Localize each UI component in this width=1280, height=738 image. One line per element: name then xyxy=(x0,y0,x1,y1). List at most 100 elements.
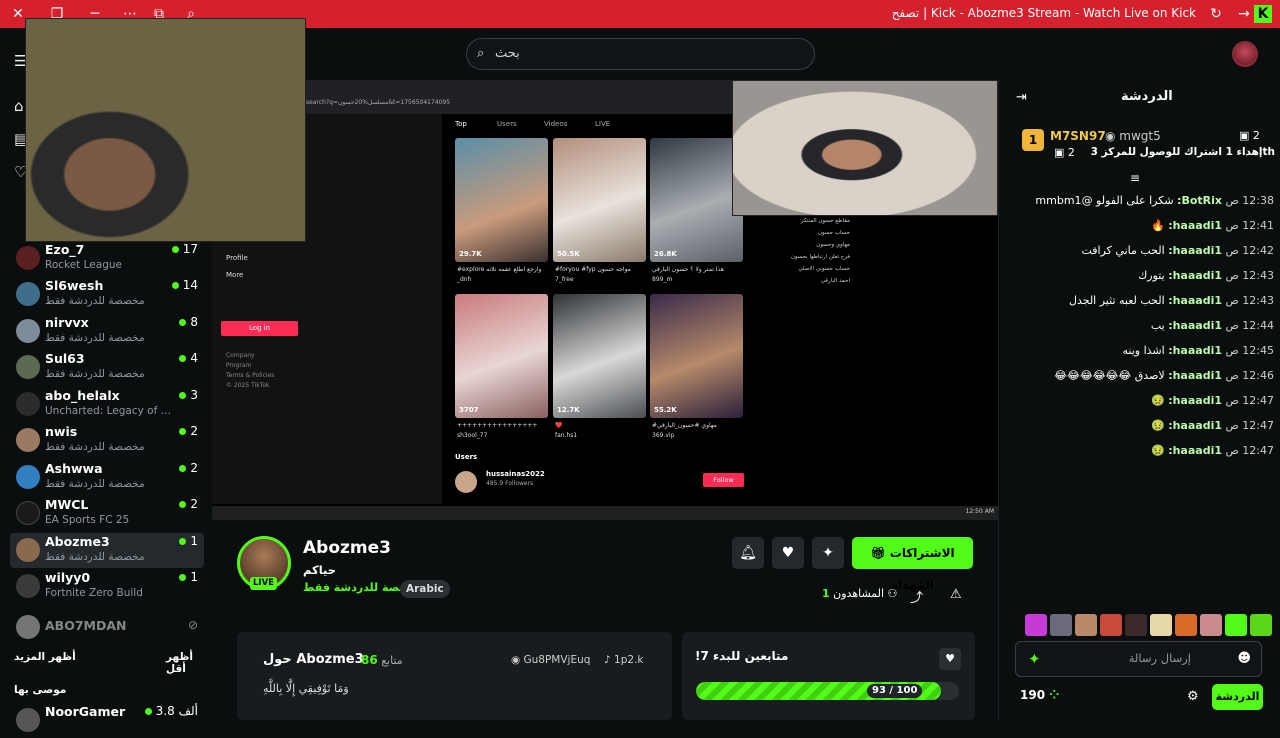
chat-message: 12:43 ص haaadi1: يتورك xyxy=(1138,269,1274,282)
streamer-name[interactable]: Abozme3 xyxy=(303,538,391,558)
collapse-chat-icon[interactable]: ⇥ xyxy=(1016,90,1027,105)
sidebar-channel[interactable]: nirvvx مخصصة للدردشة فقط 8 xyxy=(10,314,204,349)
avatar xyxy=(16,615,40,639)
avatar xyxy=(16,501,40,525)
video-thumbnail: 29.7K xyxy=(455,138,548,262)
channel-points[interactable]: 190 ⁘ xyxy=(1020,688,1059,702)
emote[interactable] xyxy=(1025,614,1047,636)
sidebar-channel[interactable]: wilyy0 Fortnite Zero Build 1 xyxy=(10,569,204,604)
gift-subs-button[interactable]: 🎁︎ الاشتراكات المُهداة xyxy=(852,537,973,592)
sidebar-channel-offline[interactable]: ABO7MDAN ⊘ xyxy=(10,610,204,645)
windows-taskbar: 12:50 AM xyxy=(212,506,998,520)
emote-bar xyxy=(1025,614,1275,636)
chat-message: 12:45 ص haaadi1: اشذا وينه xyxy=(1122,344,1274,357)
offline-icon: ⊘ xyxy=(187,618,198,632)
emote[interactable] xyxy=(1175,614,1197,636)
report-icon[interactable]: ⚠ xyxy=(950,587,962,602)
chat-input[interactable]: ✦ إرسال رسالة ☻ xyxy=(1015,641,1262,677)
tiktok-link[interactable]: ♪ 1p2.k xyxy=(604,654,644,666)
avatar xyxy=(16,538,40,562)
avatar xyxy=(16,392,40,416)
bio: وَمَا تَوْفِيقِي إِلَّا بِاللَّهِ xyxy=(263,682,349,695)
follow-heart-button[interactable]: ♥ xyxy=(772,537,804,569)
chat-filter-icon[interactable]: ≡ xyxy=(1130,171,1140,185)
chat-panel: ⇥ الدردشة 1 M7SN97 ▣ 2 ◉ mwgt5 ▣ 2 thإهد… xyxy=(998,80,1280,720)
webcam-overlay xyxy=(25,18,306,242)
refresh-icon[interactable]: ↻ xyxy=(1206,4,1226,24)
recommended-title: موصى بها xyxy=(14,684,67,696)
avatar xyxy=(16,355,40,379)
emote[interactable] xyxy=(1225,614,1247,636)
search-suggestions: مقاطع حسون المتنكر حساب حسون مهاوي وحسون… xyxy=(790,218,850,284)
rank-1-badge: 1 xyxy=(1022,129,1044,151)
tiktok-follow-button: Follow xyxy=(703,473,744,487)
search-input[interactable]: ⌕ بحث xyxy=(466,38,815,70)
sidebar-channel-active[interactable]: Abozme3 مخصصة للدردشة فقط 1 xyxy=(10,533,204,568)
chat-title: الدردشة xyxy=(1121,89,1173,104)
goal-card: !متابعين للبدء 7 ♥ 93 / 100 xyxy=(682,632,975,720)
video-thumbnail: 12.7K xyxy=(553,294,646,418)
emote[interactable] xyxy=(1150,614,1172,636)
sidebar-channel[interactable]: Ashwwa مخصصة للدردشة فقط 2 xyxy=(10,460,204,495)
avatar xyxy=(16,282,40,306)
language-tag[interactable]: Arabic xyxy=(400,580,450,598)
emote[interactable] xyxy=(1050,614,1072,636)
chat-send-button[interactable]: الدردشة xyxy=(1212,684,1263,710)
avatar xyxy=(16,465,40,489)
user-result-avatar xyxy=(455,471,477,493)
window-title: Kick - Abozme3 Stream - Watch Live on Ki… xyxy=(891,6,1196,20)
sidebar-channel[interactable]: MWCL EA Sports FC 25 2 xyxy=(10,496,204,531)
avatar xyxy=(16,319,40,343)
webcam-overlay xyxy=(732,80,998,216)
sidebar-channel[interactable]: Sul63 مخصصة للدردشة فقط 4 xyxy=(10,350,204,385)
video-thumbnail: 50.5K xyxy=(553,138,646,262)
emote[interactable] xyxy=(1100,614,1122,636)
goal-count: 93 / 100 xyxy=(867,684,923,698)
about-card: حول Abozme3 86 متابع ◉ Gu8PMVjEuq ♪ 1p2.… xyxy=(237,632,672,720)
chat-message: 12:47 ص haaadi1: 🤢 xyxy=(1150,419,1274,432)
chat-message: 12:43 ص haaadi1: الحب لعبه تثير الجدل xyxy=(1068,294,1274,307)
forward-icon[interactable]: → xyxy=(1234,4,1254,24)
video-thumbnail: 26.8K xyxy=(650,138,743,262)
chat-message: 12:41 ص haaadi1: 🔥 xyxy=(1150,219,1274,232)
video-player[interactable]: /search?q=مسلسل%20حسون&t=1756504174095 P… xyxy=(212,80,998,520)
chat-message: 12:46 ص haaadi1: لاصدق 😂😂😂😂😂😂 xyxy=(1054,369,1274,382)
user-avatar[interactable] xyxy=(1232,41,1258,67)
avatar xyxy=(16,246,40,270)
share-icon[interactable]: ⤴ xyxy=(910,587,923,606)
sidebar-channel[interactable]: Ezo_7 Rocket League 17 xyxy=(10,241,204,276)
chat-message: 12:44 ص haaadi1: يب xyxy=(1150,319,1274,332)
stream-info: LIVE Abozme3 حياكم مخصصة للدردشة فقط Ara… xyxy=(212,520,998,720)
emote[interactable] xyxy=(1075,614,1097,636)
live-badge: LIVE xyxy=(250,577,277,590)
sparkle-icon[interactable]: ✦ xyxy=(1028,650,1041,668)
chat-message: 12:47 ص haaadi1: 🤢 xyxy=(1150,444,1274,457)
notification-bell-button[interactable]: 🔔︎ xyxy=(732,537,764,569)
chat-message: 12:38 ص BotRix: شكرا على الفولو @mmbm1 xyxy=(1035,194,1274,207)
emote[interactable] xyxy=(1250,614,1272,636)
goal-title: !متابعين للبدء 7 xyxy=(695,649,789,663)
video-thumbnail: 3707 xyxy=(455,294,548,418)
chat-header: ⇥ الدردشة xyxy=(999,80,1280,116)
chat-message: 12:47 ص haaadi1: 🤢 xyxy=(1150,394,1274,407)
stream-title: حياكم xyxy=(303,563,337,577)
avatar xyxy=(16,708,40,732)
search-icon: ⌕ xyxy=(477,46,485,61)
tiktok-login-button: Log in xyxy=(221,321,298,336)
sidebar-channel[interactable]: Sl6wesh مخصصة للدردشة فقط 14 xyxy=(10,277,204,312)
video-thumbnail: 55.2K xyxy=(650,294,743,418)
show-less-link[interactable]: أظهر أقل xyxy=(166,651,212,675)
emoji-icon[interactable]: ☻ xyxy=(1237,651,1251,666)
avatar xyxy=(16,428,40,452)
emote[interactable] xyxy=(1200,614,1222,636)
sidebar-channel[interactable]: nwis مخصصة للدردشة فقط 2 xyxy=(10,423,204,458)
sidebar-channel-recommended[interactable]: NoorGamer 3.8 ألف xyxy=(10,703,204,738)
discord-link[interactable]: ◉ Gu8PMVjEuq xyxy=(511,654,590,666)
sparkle-button[interactable]: ✦ xyxy=(812,537,844,569)
emote[interactable] xyxy=(1125,614,1147,636)
kick-logo[interactable]: K xyxy=(1254,5,1272,23)
sidebar-channel[interactable]: abo_helalx Uncharted: Legacy of Th... 3 xyxy=(10,387,204,422)
goal-heart-icon[interactable]: ♥ xyxy=(939,648,961,670)
gear-icon[interactable]: ⚙ xyxy=(1187,689,1199,704)
show-more-link[interactable]: أظهر المزيد xyxy=(14,651,76,663)
